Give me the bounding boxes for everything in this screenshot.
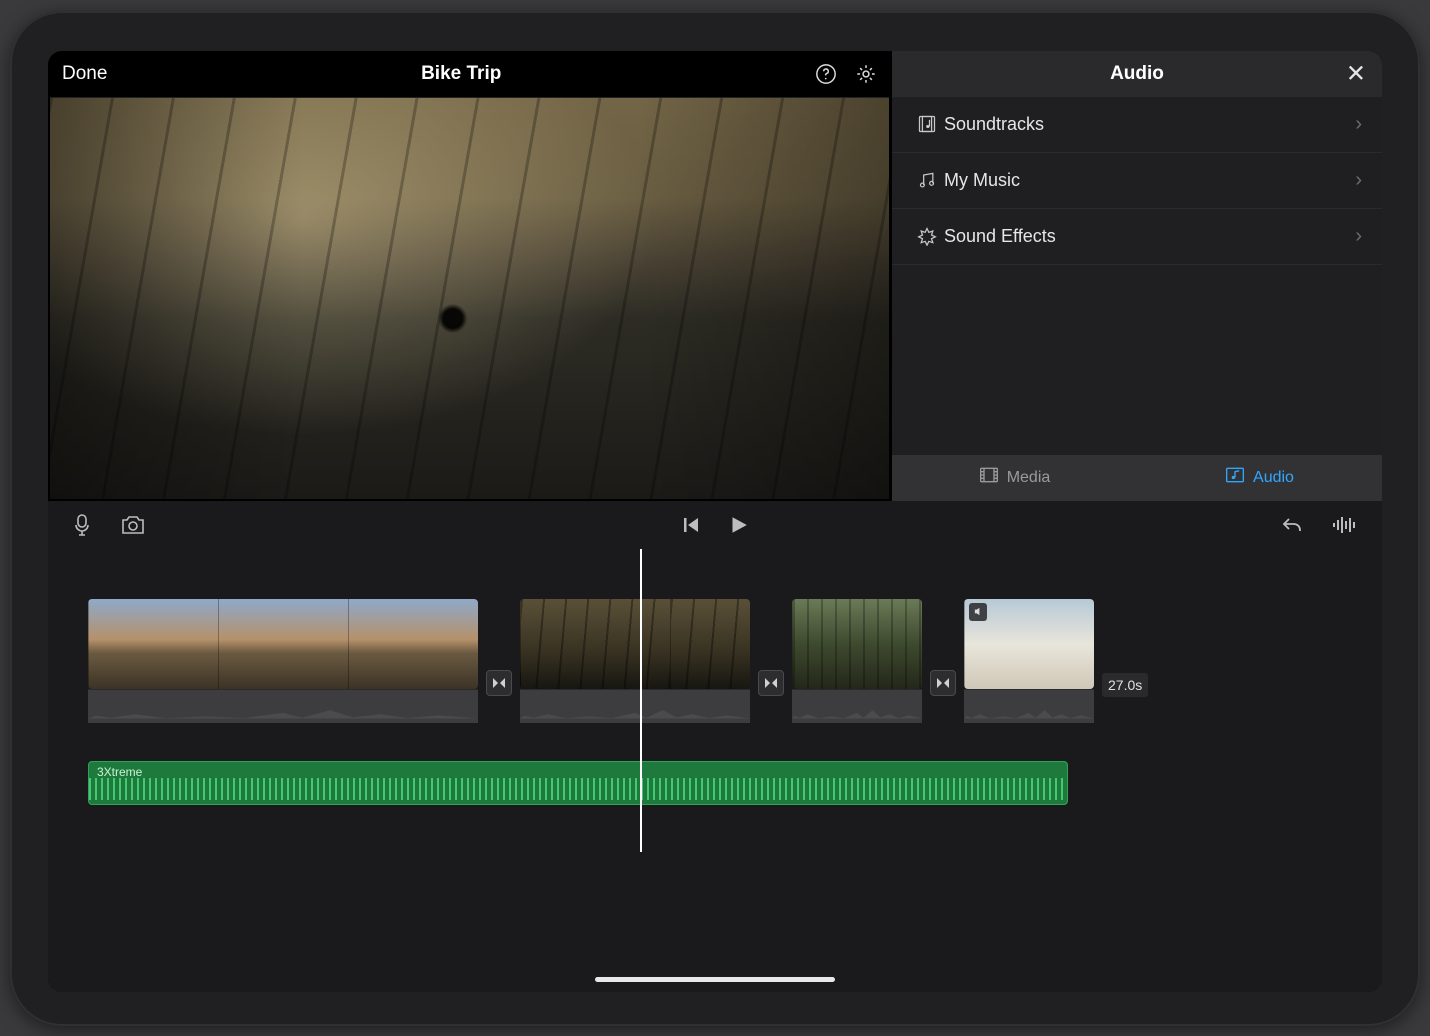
transition-button[interactable] [930, 670, 956, 696]
preview-pane: Done Bike Trip [48, 51, 892, 501]
home-indicator[interactable] [595, 977, 835, 982]
done-button[interactable]: Done [62, 63, 107, 85]
audio-panel-header: Audio ✕ [892, 51, 1382, 97]
music-track[interactable]: 3Xtreme [88, 761, 1068, 805]
close-icon[interactable]: ✕ [1346, 59, 1366, 88]
transition-button[interactable] [758, 670, 784, 696]
help-icon[interactable] [815, 63, 837, 85]
camera-icon[interactable] [120, 514, 146, 536]
chevron-right-icon: › [1355, 113, 1362, 136]
clip-audio-strip [792, 689, 922, 723]
browser-tabs: Media Audio [892, 455, 1382, 501]
transition-button[interactable] [486, 670, 512, 696]
filmstrip-icon [979, 466, 999, 489]
clip-audio-strip [964, 689, 1094, 723]
top-section: Done Bike Trip Audio [48, 51, 1382, 501]
audio-row-label: My Music [944, 170, 1020, 191]
clip-4[interactable] [964, 599, 1094, 723]
audio-panel-title: Audio [1110, 63, 1164, 85]
audio-row-label: Sound Effects [944, 226, 1056, 247]
video-track: 27.0s [88, 599, 1342, 737]
gear-icon[interactable] [855, 63, 877, 85]
music-track-label: 3Xtreme [97, 765, 142, 779]
tab-media[interactable]: Media [892, 455, 1137, 501]
clip-audio-strip [88, 689, 478, 723]
preview-header: Done Bike Trip [48, 51, 891, 97]
play-icon[interactable] [727, 514, 749, 536]
sound-effects-icon [910, 226, 944, 246]
audio-row-label: Soundtracks [944, 114, 1044, 135]
microphone-icon[interactable] [72, 513, 92, 537]
undo-icon[interactable] [1280, 515, 1304, 535]
playhead[interactable] [640, 549, 642, 852]
skip-back-icon[interactable] [681, 515, 701, 535]
ipad-frame: Done Bike Trip Audio [10, 11, 1420, 1026]
waveform-icon[interactable] [1332, 515, 1358, 535]
soundtracks-icon [910, 114, 944, 134]
app-screen: Done Bike Trip Audio [48, 51, 1382, 992]
audio-note-icon [1225, 466, 1245, 489]
audio-row-my-music[interactable]: My Music › [892, 153, 1382, 209]
project-title: Bike Trip [107, 63, 815, 85]
chevron-right-icon: › [1355, 169, 1362, 192]
audio-row-sound-effects[interactable]: Sound Effects › [892, 209, 1382, 265]
remaining-duration: 27.0s [1102, 673, 1148, 697]
clip-1[interactable] [88, 599, 478, 723]
timeline-toolbar [48, 501, 1382, 549]
audio-panel: Audio ✕ Soundtracks › [892, 51, 1382, 501]
audio-category-list: Soundtracks › My Music › S [892, 97, 1382, 455]
clip-2[interactable] [520, 599, 750, 723]
audio-row-soundtracks[interactable]: Soundtracks › [892, 97, 1382, 153]
tab-audio[interactable]: Audio [1137, 455, 1382, 501]
clip-audio-strip [520, 689, 750, 723]
timeline[interactable]: 27.0s 3Xtreme [48, 549, 1382, 992]
clip-3[interactable] [792, 599, 922, 723]
preview-video-frame[interactable] [50, 97, 889, 499]
tab-media-label: Media [1007, 469, 1051, 487]
music-icon [910, 170, 944, 190]
tab-audio-label: Audio [1253, 469, 1294, 487]
chevron-right-icon: › [1355, 225, 1362, 248]
mute-icon [969, 603, 987, 621]
